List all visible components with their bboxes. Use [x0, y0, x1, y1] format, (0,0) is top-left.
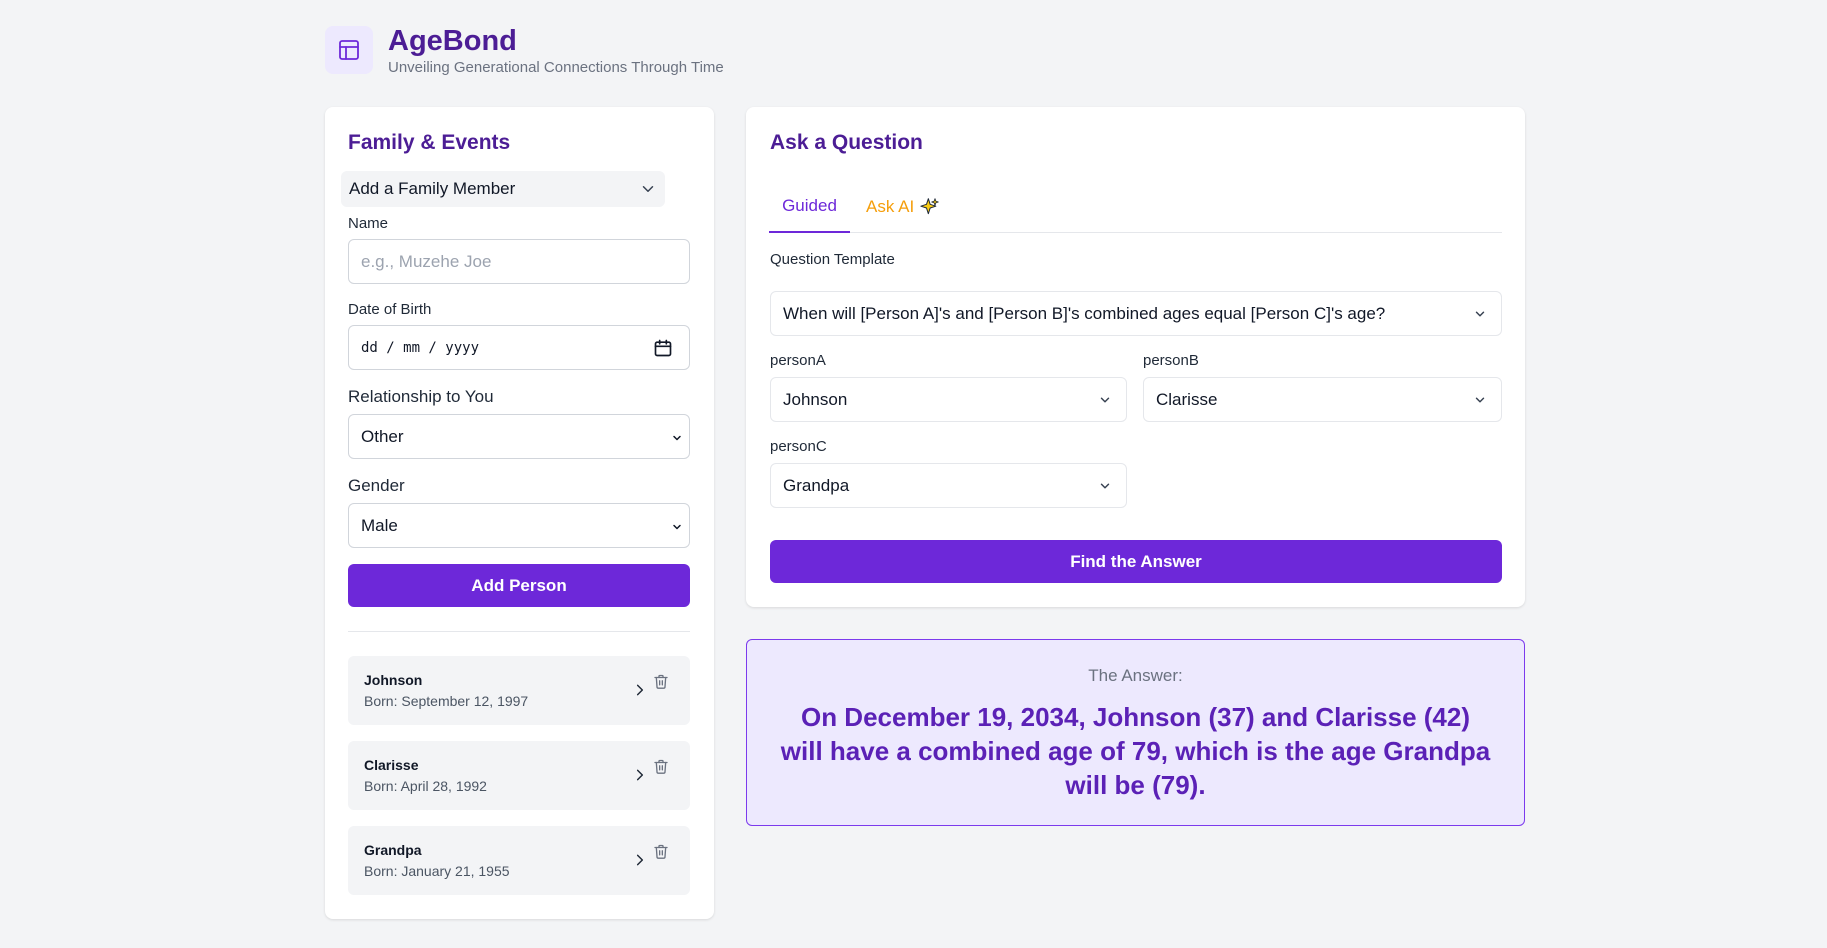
list-item[interactable]: Johnson Born: September 12, 1997	[348, 656, 690, 725]
question-template-value: When will [Person A]'s and [Person B]'s …	[783, 303, 1386, 323]
person-name: Clarisse	[364, 757, 419, 773]
chevron-down-icon	[673, 435, 681, 441]
chevron-down-icon	[1100, 397, 1110, 403]
app-subtitle: Unveiling Generational Connections Throu…	[388, 58, 724, 76]
add-person-button[interactable]: Add Person	[348, 564, 690, 607]
answer-label: The Answer:	[1088, 666, 1183, 685]
person-born: Born: September 12, 1997	[364, 693, 529, 709]
trash-icon[interactable]	[653, 673, 669, 690]
chevron-right-icon[interactable]	[633, 683, 647, 697]
tab-label: Ask AI	[866, 197, 915, 216]
divider	[348, 631, 690, 632]
person-name: Johnson	[364, 672, 423, 688]
chevron-down-icon	[673, 524, 681, 530]
layout-icon	[339, 40, 359, 60]
app-header: AgeBond Unveiling Generational Connectio…	[325, 24, 724, 76]
tab-ask-ai[interactable]: Ask AI	[866, 181, 940, 233]
find-answer-button[interactable]: Find the Answer	[770, 540, 1502, 583]
answer-panel: The Answer: On December 19, 2034, Johnso…	[746, 639, 1525, 826]
tab-label: Guided	[782, 196, 837, 215]
personB-label: personB	[1143, 352, 1199, 369]
chevron-right-icon[interactable]	[633, 768, 647, 782]
answer-text: On December 19, 2034, Johnson (37) and C…	[780, 702, 1491, 800]
question-tabs: Guided Ask AI	[769, 181, 1502, 233]
person-born: Born: April 28, 1992	[364, 778, 487, 794]
personA-select[interactable]: Johnson	[770, 377, 1127, 422]
trash-icon[interactable]	[653, 758, 669, 775]
personB-value: Clarisse	[1156, 389, 1218, 409]
dob-input[interactable]: dd / mm / yyyy	[348, 325, 690, 370]
add-family-member-accordion[interactable]: Add a Family Member	[341, 171, 665, 207]
calendar-icon[interactable]	[653, 338, 673, 358]
personC-label: personC	[770, 438, 827, 455]
gender-label: Gender	[348, 476, 405, 495]
name-input[interactable]: e.g., Muzehe Joe	[348, 239, 690, 284]
question-template-select[interactable]: When will [Person A]'s and [Person B]'s …	[770, 291, 1502, 336]
personC-value: Grandpa	[783, 475, 850, 495]
list-item[interactable]: Clarisse Born: April 28, 1992	[348, 741, 690, 810]
list-item[interactable]: Grandpa Born: January 21, 1955	[348, 826, 690, 895]
personA-label: personA	[770, 352, 826, 369]
chevron-down-icon	[642, 186, 654, 192]
panel-title: Family & Events	[348, 131, 511, 154]
dob-placeholder: dd / mm / yyyy	[361, 339, 480, 356]
name-placeholder: e.g., Muzehe Joe	[361, 251, 492, 271]
family-events-panel: Family & Events Add a Family Member Name…	[325, 107, 714, 919]
relationship-value: Other	[361, 426, 404, 446]
sparkle-icon	[920, 198, 939, 215]
ask-question-panel: Ask a Question Guided Ask AI Question Te…	[746, 107, 1525, 607]
chevron-down-icon	[1475, 311, 1485, 317]
person-born: Born: January 21, 1955	[364, 863, 510, 879]
accordion-label: Add a Family Member	[349, 179, 516, 198]
relationship-label: Relationship to You	[348, 387, 494, 406]
personB-select[interactable]: Clarisse	[1143, 377, 1502, 422]
name-label: Name	[348, 215, 389, 232]
gender-select[interactable]: Male	[348, 503, 690, 548]
person-name: Grandpa	[364, 842, 422, 858]
panel-title: Ask a Question	[770, 131, 923, 154]
chevron-right-icon[interactable]	[633, 853, 647, 867]
relationship-select[interactable]: Other	[348, 414, 690, 459]
gender-value: Male	[361, 515, 398, 535]
personA-value: Johnson	[783, 389, 848, 409]
logo	[325, 26, 373, 74]
personC-select[interactable]: Grandpa	[770, 463, 1127, 508]
chevron-down-icon	[1475, 397, 1485, 403]
trash-icon[interactable]	[653, 843, 669, 860]
app-title: AgeBond	[388, 24, 517, 57]
tab-guided[interactable]: Guided	[769, 181, 850, 233]
chevron-down-icon	[1100, 483, 1110, 489]
question-template-label: Question Template	[770, 251, 895, 268]
dob-label: Date of Birth	[348, 301, 432, 318]
